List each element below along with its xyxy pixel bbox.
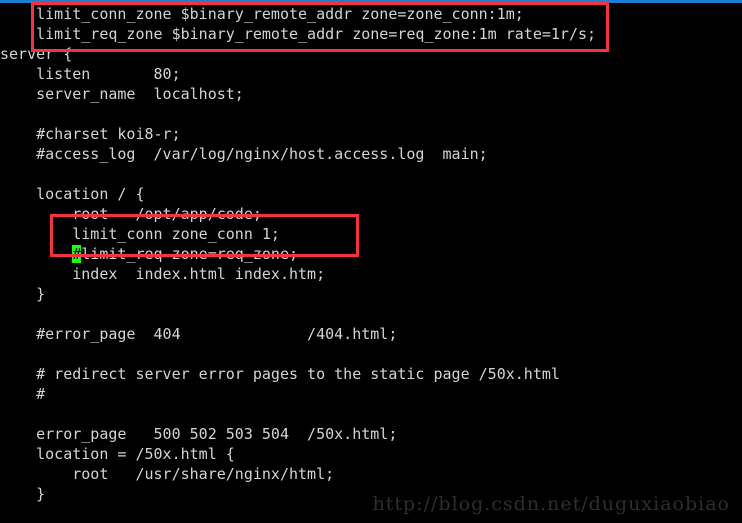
code-line: server { [0,45,73,63]
code-line: index index.html index.htm; [0,265,326,283]
code-line: #charset koi8-r; [0,125,181,143]
code-line: location = /50x.html { [0,445,235,463]
code-line: limit_req_zone $binary_remote_addr zone=… [0,25,597,43]
code-line: } [0,285,46,303]
code-line: location / { [0,185,145,203]
code-line: limit_conn_zone $binary_remote_addr zone… [0,5,524,23]
watermark-url: http://blog.csdn.net/duguxiaobiao [372,493,730,515]
terminal-screen: limit_conn_zone $binary_remote_addr zone… [0,0,742,523]
code-line: #access_log /var/log/nginx/host.access.l… [0,145,488,163]
code-line: # [0,385,46,403]
code-line: limit_conn zone_conn 1; [0,225,280,243]
code-line: listen 80; [0,65,181,83]
code-line: server_name localhost; [0,85,244,103]
code-line: root /usr/share/nginx/html; [0,465,335,483]
code-line: #error_page 404 /404.html; [0,325,398,343]
nginx-config-code[interactable]: limit_conn_zone $binary_remote_addr zone… [0,4,742,523]
text-cursor: # [72,245,82,263]
code-line: root /opt/app/code; [0,205,262,223]
code-line: error_page 500 502 503 504 /50x.html; [0,425,398,443]
window-top-edge [0,0,742,3]
code-line-cursor: #limit_req zone=req_zone; [72,245,299,263]
code-line: # redirect server error pages to the sta… [0,365,560,383]
